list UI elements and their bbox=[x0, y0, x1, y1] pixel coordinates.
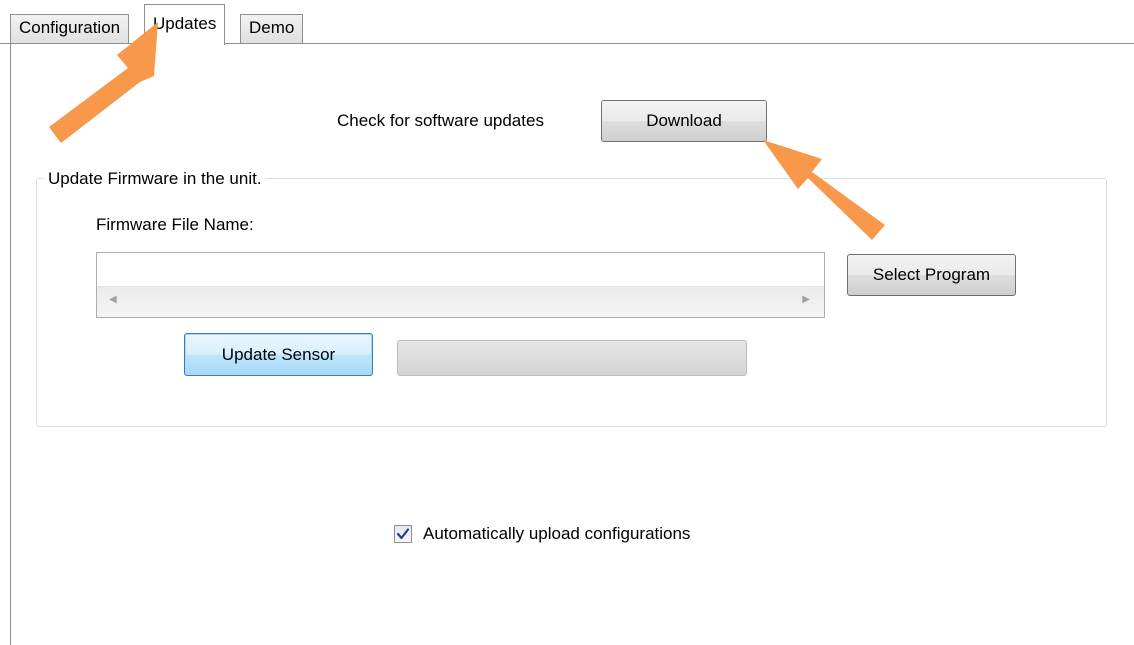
download-button[interactable]: Download bbox=[601, 100, 767, 142]
auto-upload-label: Automatically upload configurations bbox=[423, 524, 691, 543]
tab-updates-label: Updates bbox=[153, 14, 217, 33]
tab-configuration[interactable]: Configuration bbox=[10, 14, 130, 43]
checkmark-icon bbox=[396, 528, 410, 540]
tab-strip: Configuration Updates Demo bbox=[0, 0, 1134, 45]
tab-updates[interactable]: Updates bbox=[144, 4, 226, 45]
updates-window: Configuration Updates Demo Check for sof… bbox=[0, 0, 1134, 645]
panel-border bbox=[10, 43, 11, 645]
update-progress-bar bbox=[397, 340, 747, 376]
firmware-group-title: Update Firmware in the unit. bbox=[44, 169, 266, 189]
tab-demo[interactable]: Demo bbox=[240, 14, 304, 43]
firmware-file-field[interactable]: ◀ ▶ bbox=[96, 252, 825, 318]
update-sensor-button[interactable]: Update Sensor bbox=[184, 333, 373, 376]
tab-demo-label: Demo bbox=[249, 18, 295, 37]
scroll-right-arrow-icon[interactable]: ▶ bbox=[802, 295, 810, 305]
scroll-left-arrow-icon[interactable]: ◀ bbox=[109, 295, 117, 305]
tab-configuration-label: Configuration bbox=[19, 18, 121, 37]
auto-upload-checkbox[interactable] bbox=[394, 525, 412, 543]
firmware-file-label: Firmware File Name: bbox=[96, 215, 254, 234]
horizontal-scrollbar[interactable]: ◀ ▶ bbox=[97, 286, 824, 317]
select-program-button[interactable]: Select Program bbox=[847, 254, 1016, 296]
check-updates-label: Check for software updates bbox=[337, 111, 544, 130]
